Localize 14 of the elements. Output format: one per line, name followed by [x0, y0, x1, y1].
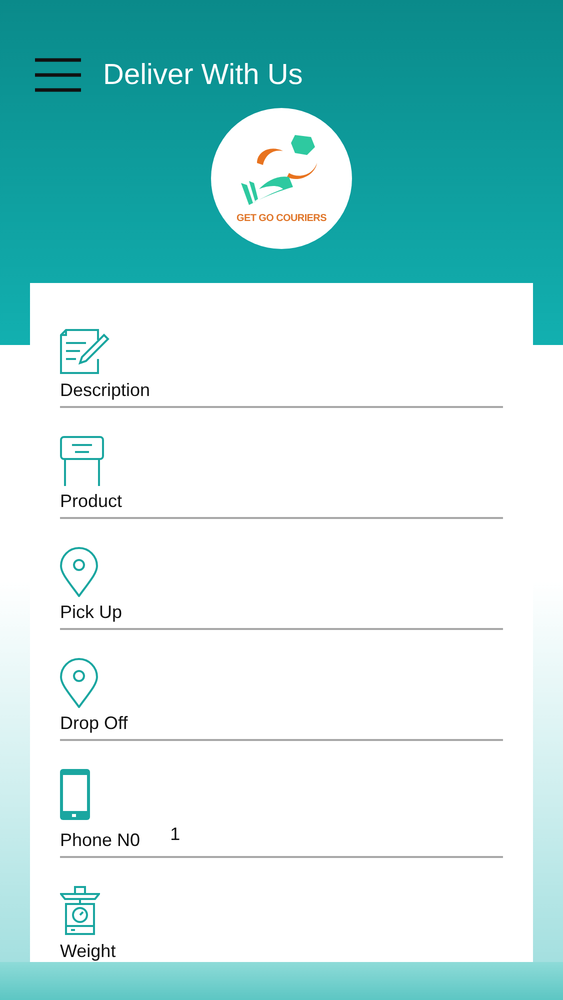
kitchen-scale-icon	[60, 886, 100, 936]
sign-icon	[60, 436, 104, 486]
input-field[interactable]: Drop Off	[60, 712, 503, 741]
input-field[interactable]: Description	[60, 379, 503, 408]
menu-icon[interactable]	[35, 58, 81, 92]
location-pin-icon	[60, 658, 98, 708]
logo-text: GET GO COURIERS	[236, 213, 326, 224]
input-field[interactable]: Pick Up	[60, 601, 503, 630]
input-field[interactable]: Phone N0 1	[60, 824, 503, 858]
phone-icon	[60, 769, 90, 820]
location-pin-icon	[60, 547, 98, 597]
note-edit-icon	[60, 329, 110, 375]
page-title: Deliver With Us	[103, 58, 303, 92]
input-field[interactable]: Product	[60, 490, 503, 519]
